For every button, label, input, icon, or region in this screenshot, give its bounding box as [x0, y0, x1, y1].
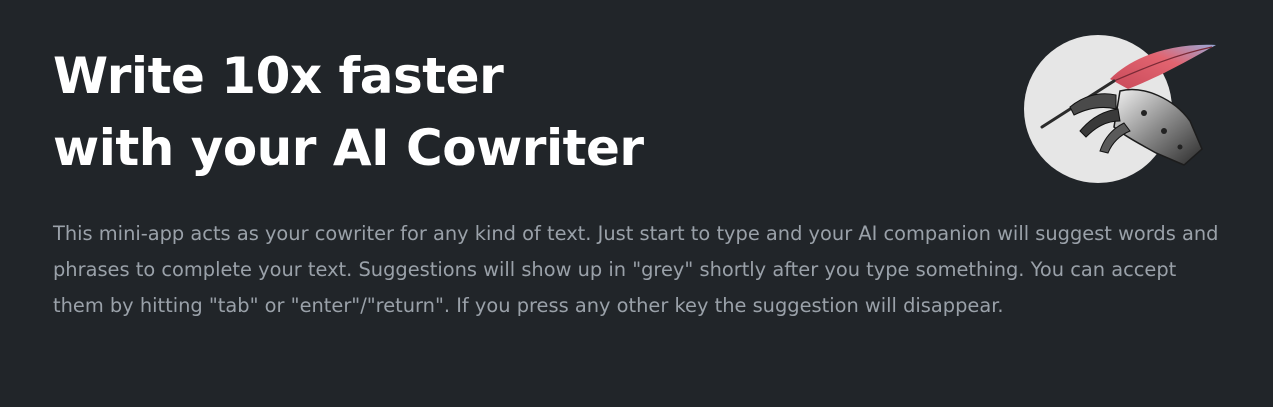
robot-hand-quill-icon	[1024, 35, 1224, 195]
headline-line-1: Write 10x faster	[53, 47, 504, 105]
hero-section: Write 10x faster with your AI Cowriter T…	[0, 0, 1273, 407]
headline-line-2: with your AI Cowriter	[53, 119, 644, 177]
page-title: Write 10x faster with your AI Cowriter	[53, 40, 953, 184]
app-description: This mini-app acts as your cowriter for …	[53, 222, 1219, 317]
